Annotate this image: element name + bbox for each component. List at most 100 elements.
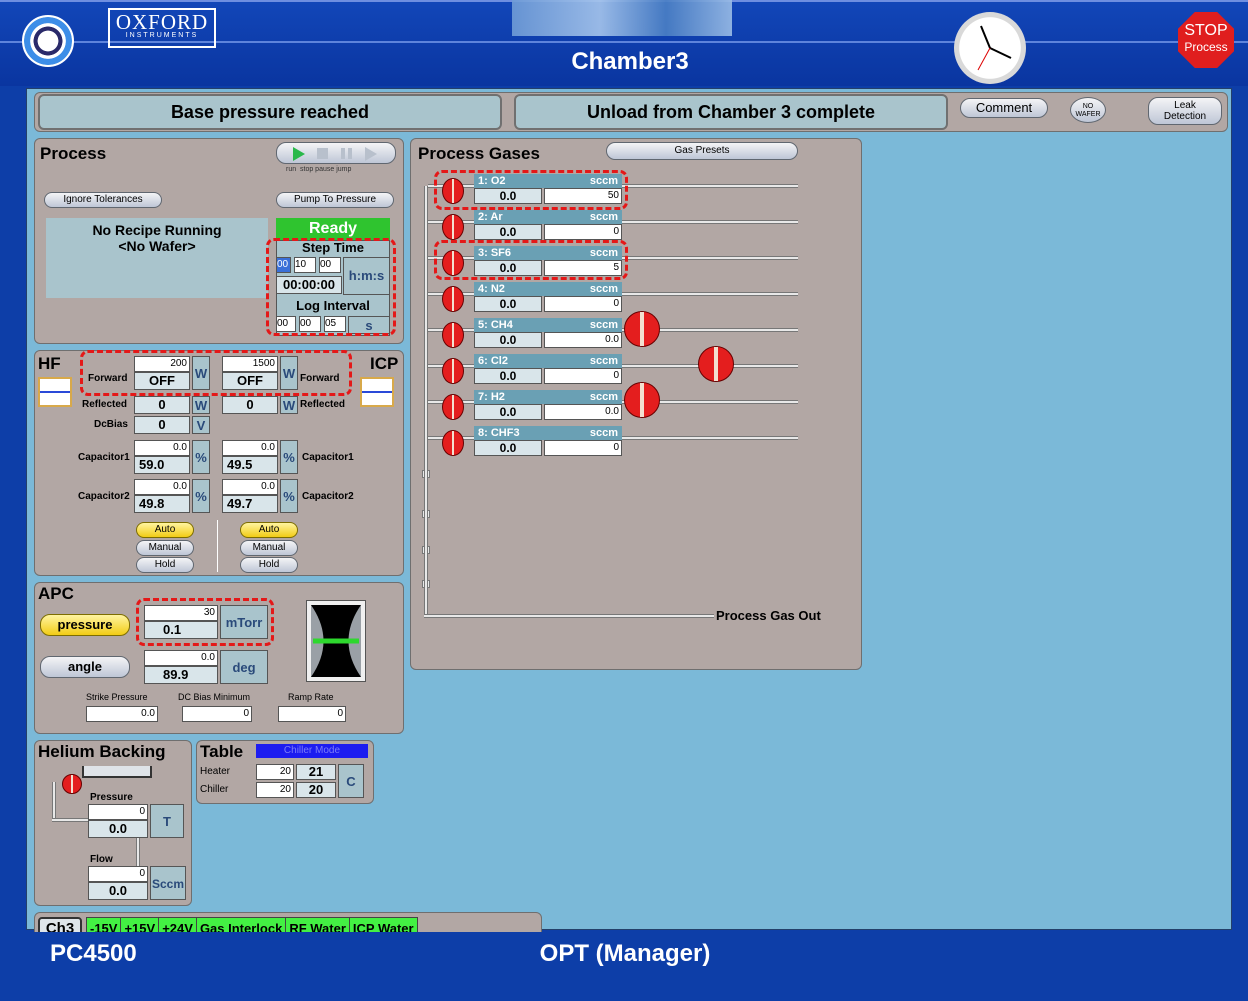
gas-setpoint-input[interactable]: 0.0 xyxy=(544,332,622,348)
gas-setpoint-input[interactable]: 0 xyxy=(544,224,622,240)
ramp-rate-label: Ramp Rate xyxy=(288,692,334,702)
hf-cap2-unit: % xyxy=(192,479,210,513)
gas-actual-flow: 0.0 xyxy=(474,404,542,420)
heater-value: 21 xyxy=(296,764,336,780)
no-wafer-label: NO xyxy=(1082,103,1094,110)
hf-hold-button[interactable]: Hold xyxy=(136,557,194,573)
gas-setpoint-input[interactable]: 0 xyxy=(544,296,622,312)
helium-pressure-value: 0.0 xyxy=(88,820,148,838)
dcbias-label: DcBias xyxy=(94,419,128,430)
pc-label: PC4500 xyxy=(50,940,137,967)
valve-graphic-icon xyxy=(311,605,361,677)
icp-reflected-unit: W xyxy=(280,396,298,414)
pump-to-pressure-button[interactable]: Pump To Pressure xyxy=(276,192,394,208)
gas-header: 4: N2 sccm xyxy=(474,282,622,296)
helium-title: Helium Backing xyxy=(38,742,166,761)
gas-header: 6: Cl2 sccm xyxy=(474,354,622,368)
gas-unit: sccm xyxy=(589,283,618,295)
gas-valve-icon[interactable] xyxy=(442,322,464,348)
icp-cap2-setpoint[interactable]: 0.0 xyxy=(222,479,278,495)
ch4-aux-valve-icon[interactable] xyxy=(624,311,660,347)
helium-pressure-unit: T xyxy=(150,804,184,838)
helium-flow-unit: Sccm xyxy=(150,866,186,900)
gas-setpoint-input[interactable]: 0.0 xyxy=(544,404,622,420)
stop-process-button[interactable]: STOP Process xyxy=(1178,12,1234,68)
process-gas-out-label: Process Gas Out xyxy=(716,608,821,623)
hf-reflected-unit: W xyxy=(192,396,210,414)
clock-icon xyxy=(954,12,1026,84)
gas-actual-flow: 0.0 xyxy=(474,296,542,312)
leak-sublabel: Detection xyxy=(1163,111,1207,122)
clock-hands-icon xyxy=(977,25,1012,71)
dc-bias-minimum-input[interactable]: 0 xyxy=(182,706,252,722)
comment-button[interactable]: Comment xyxy=(960,98,1048,118)
dcbias-value: 0 xyxy=(134,416,190,434)
run-controls-labels: run stop pause jump xyxy=(286,166,352,173)
gas-valve-icon[interactable] xyxy=(442,286,464,312)
ramp-rate-input[interactable]: 0 xyxy=(278,706,346,722)
icp-trace-icon xyxy=(360,377,394,407)
no-wafer-button[interactable]: NO WAFER xyxy=(1070,97,1106,123)
apc-pressure-button[interactable]: pressure xyxy=(40,614,130,636)
helium-pipe xyxy=(52,782,56,818)
gas-unit: sccm xyxy=(589,355,618,367)
icp-auto-button[interactable]: Auto xyxy=(240,522,298,538)
helium-pressure-setpoint[interactable]: 0 xyxy=(88,804,148,820)
chiller-label: Chiller xyxy=(200,784,229,795)
pause-icon[interactable] xyxy=(341,148,352,159)
gas-name: 4: N2 xyxy=(478,283,505,295)
table-temp-unit: C xyxy=(338,764,364,798)
leak-detection-button[interactable]: Leak Detection xyxy=(1148,97,1222,125)
dc-bias-minimum-label: DC Bias Minimum xyxy=(178,692,251,702)
icp-cap1-setpoint[interactable]: 0.0 xyxy=(222,440,278,456)
hf-cap2-setpoint[interactable]: 0.0 xyxy=(134,479,190,495)
gas-actual-flow: 0.0 xyxy=(474,368,542,384)
icp-cap1-label: Capacitor1 xyxy=(302,452,354,463)
icp-reflected-value: 0 xyxy=(222,396,278,414)
gas-setpoint-input[interactable]: 0 xyxy=(544,440,622,456)
hf-title: HF xyxy=(38,354,61,373)
status-message-right: Unload from Chamber 3 complete xyxy=(514,94,948,130)
apc-angle-setpoint[interactable]: 0.0 xyxy=(144,650,218,666)
gas-unit: sccm xyxy=(589,319,618,331)
gas-valve-icon[interactable] xyxy=(442,358,464,384)
gas-presets-button[interactable]: Gas Presets xyxy=(606,142,798,160)
dcbias-unit: V xyxy=(192,416,210,434)
helium-flow-setpoint[interactable]: 0 xyxy=(88,866,148,882)
gas-header: 2: Ar sccm xyxy=(474,210,622,224)
hf-manual-button[interactable]: Manual xyxy=(136,540,194,556)
gas-valve-icon[interactable] xyxy=(442,394,464,420)
app-logo-icon xyxy=(22,15,74,67)
gas-actual-flow: 0.0 xyxy=(474,224,542,240)
apc-angle-button[interactable]: angle xyxy=(40,656,130,678)
gas-actual-flow: 0.0 xyxy=(474,332,542,348)
gas-setpoint-input[interactable]: 0 xyxy=(544,368,622,384)
gas-name: 2: Ar xyxy=(478,211,503,223)
jump-icon[interactable] xyxy=(365,147,377,161)
hf-cap1-label: Capacitor1 xyxy=(78,452,130,463)
hf-cap1-setpoint[interactable]: 0.0 xyxy=(134,440,190,456)
h2-aux-valve-icon[interactable] xyxy=(624,382,660,418)
apc-angle-value: 89.9 xyxy=(144,666,218,684)
ignore-tolerances-button[interactable]: Ignore Tolerances xyxy=(44,192,162,208)
no-wafer-sublabel: WAFER xyxy=(1075,111,1101,118)
chiller-setpoint[interactable]: 20 xyxy=(256,782,294,798)
icp-title: ICP xyxy=(370,354,399,373)
hf-auto-button[interactable]: Auto xyxy=(136,522,194,538)
hf-cap1-value: 59.0 xyxy=(134,456,190,474)
strike-pressure-input[interactable]: 0.0 xyxy=(86,706,158,722)
gas-out-pipe xyxy=(424,614,714,618)
helium-valve-icon[interactable] xyxy=(62,774,82,794)
heater-setpoint[interactable]: 20 xyxy=(256,764,294,780)
gas-valve-icon[interactable] xyxy=(442,214,464,240)
cl2-aux-valve-icon[interactable] xyxy=(698,346,734,382)
stop-icon[interactable] xyxy=(317,148,328,159)
icp-hold-button[interactable]: Hold xyxy=(240,557,298,573)
apc-angle-unit: deg xyxy=(220,650,268,684)
icp-manual-button[interactable]: Manual xyxy=(240,540,298,556)
highlight-o2 xyxy=(434,170,628,210)
gas-header: 5: CH4 sccm xyxy=(474,318,622,332)
recipe-info: No Recipe Running <No Wafer> xyxy=(46,218,268,298)
run-icon[interactable] xyxy=(293,147,305,161)
gas-valve-icon[interactable] xyxy=(442,430,464,456)
